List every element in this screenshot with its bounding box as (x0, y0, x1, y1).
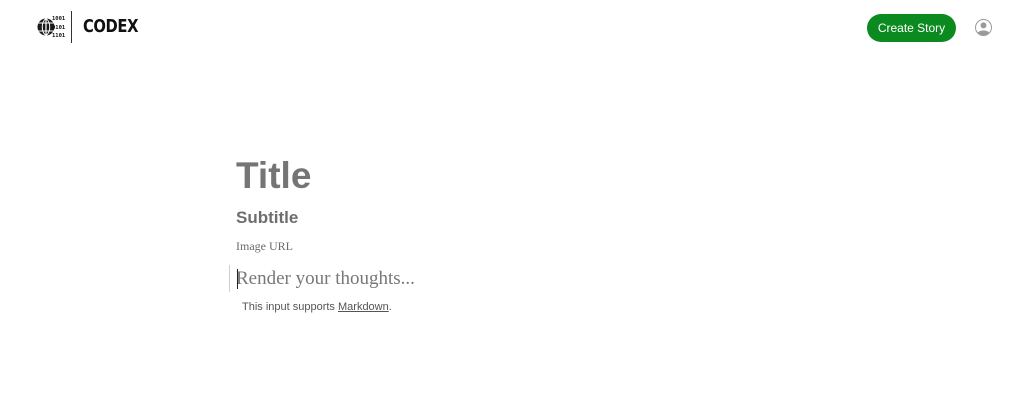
logo-binary-row: 1101 (52, 33, 66, 39)
page: 1001 0101 1101 CODEX Create Story This i… (0, 0, 1026, 401)
logo-divider (71, 11, 72, 43)
image-url-input[interactable] (236, 238, 796, 254)
user-avatar-icon[interactable] (975, 19, 992, 36)
logo-binary-row: 1001 (52, 16, 66, 22)
create-story-button[interactable]: Create Story (867, 14, 956, 42)
text-caret (237, 269, 238, 289)
body-focus-indicator (229, 265, 230, 292)
hint-suffix: . (388, 301, 392, 313)
hint-prefix: This input supports (242, 301, 338, 313)
logo-binary-row: 0101 (52, 24, 66, 31)
codex-logo[interactable]: 1001 0101 1101 CODEX (37, 10, 150, 44)
title-input[interactable] (236, 153, 796, 199)
logo-wordmark: CODEX (83, 16, 139, 37)
markdown-hint: This input supports Markdown. (242, 301, 392, 313)
globe-binary-icon: 1001 0101 1101 (37, 11, 67, 43)
subtitle-input[interactable] (236, 207, 796, 229)
story-body-input[interactable] (236, 265, 796, 293)
markdown-link[interactable]: Markdown (338, 301, 389, 313)
